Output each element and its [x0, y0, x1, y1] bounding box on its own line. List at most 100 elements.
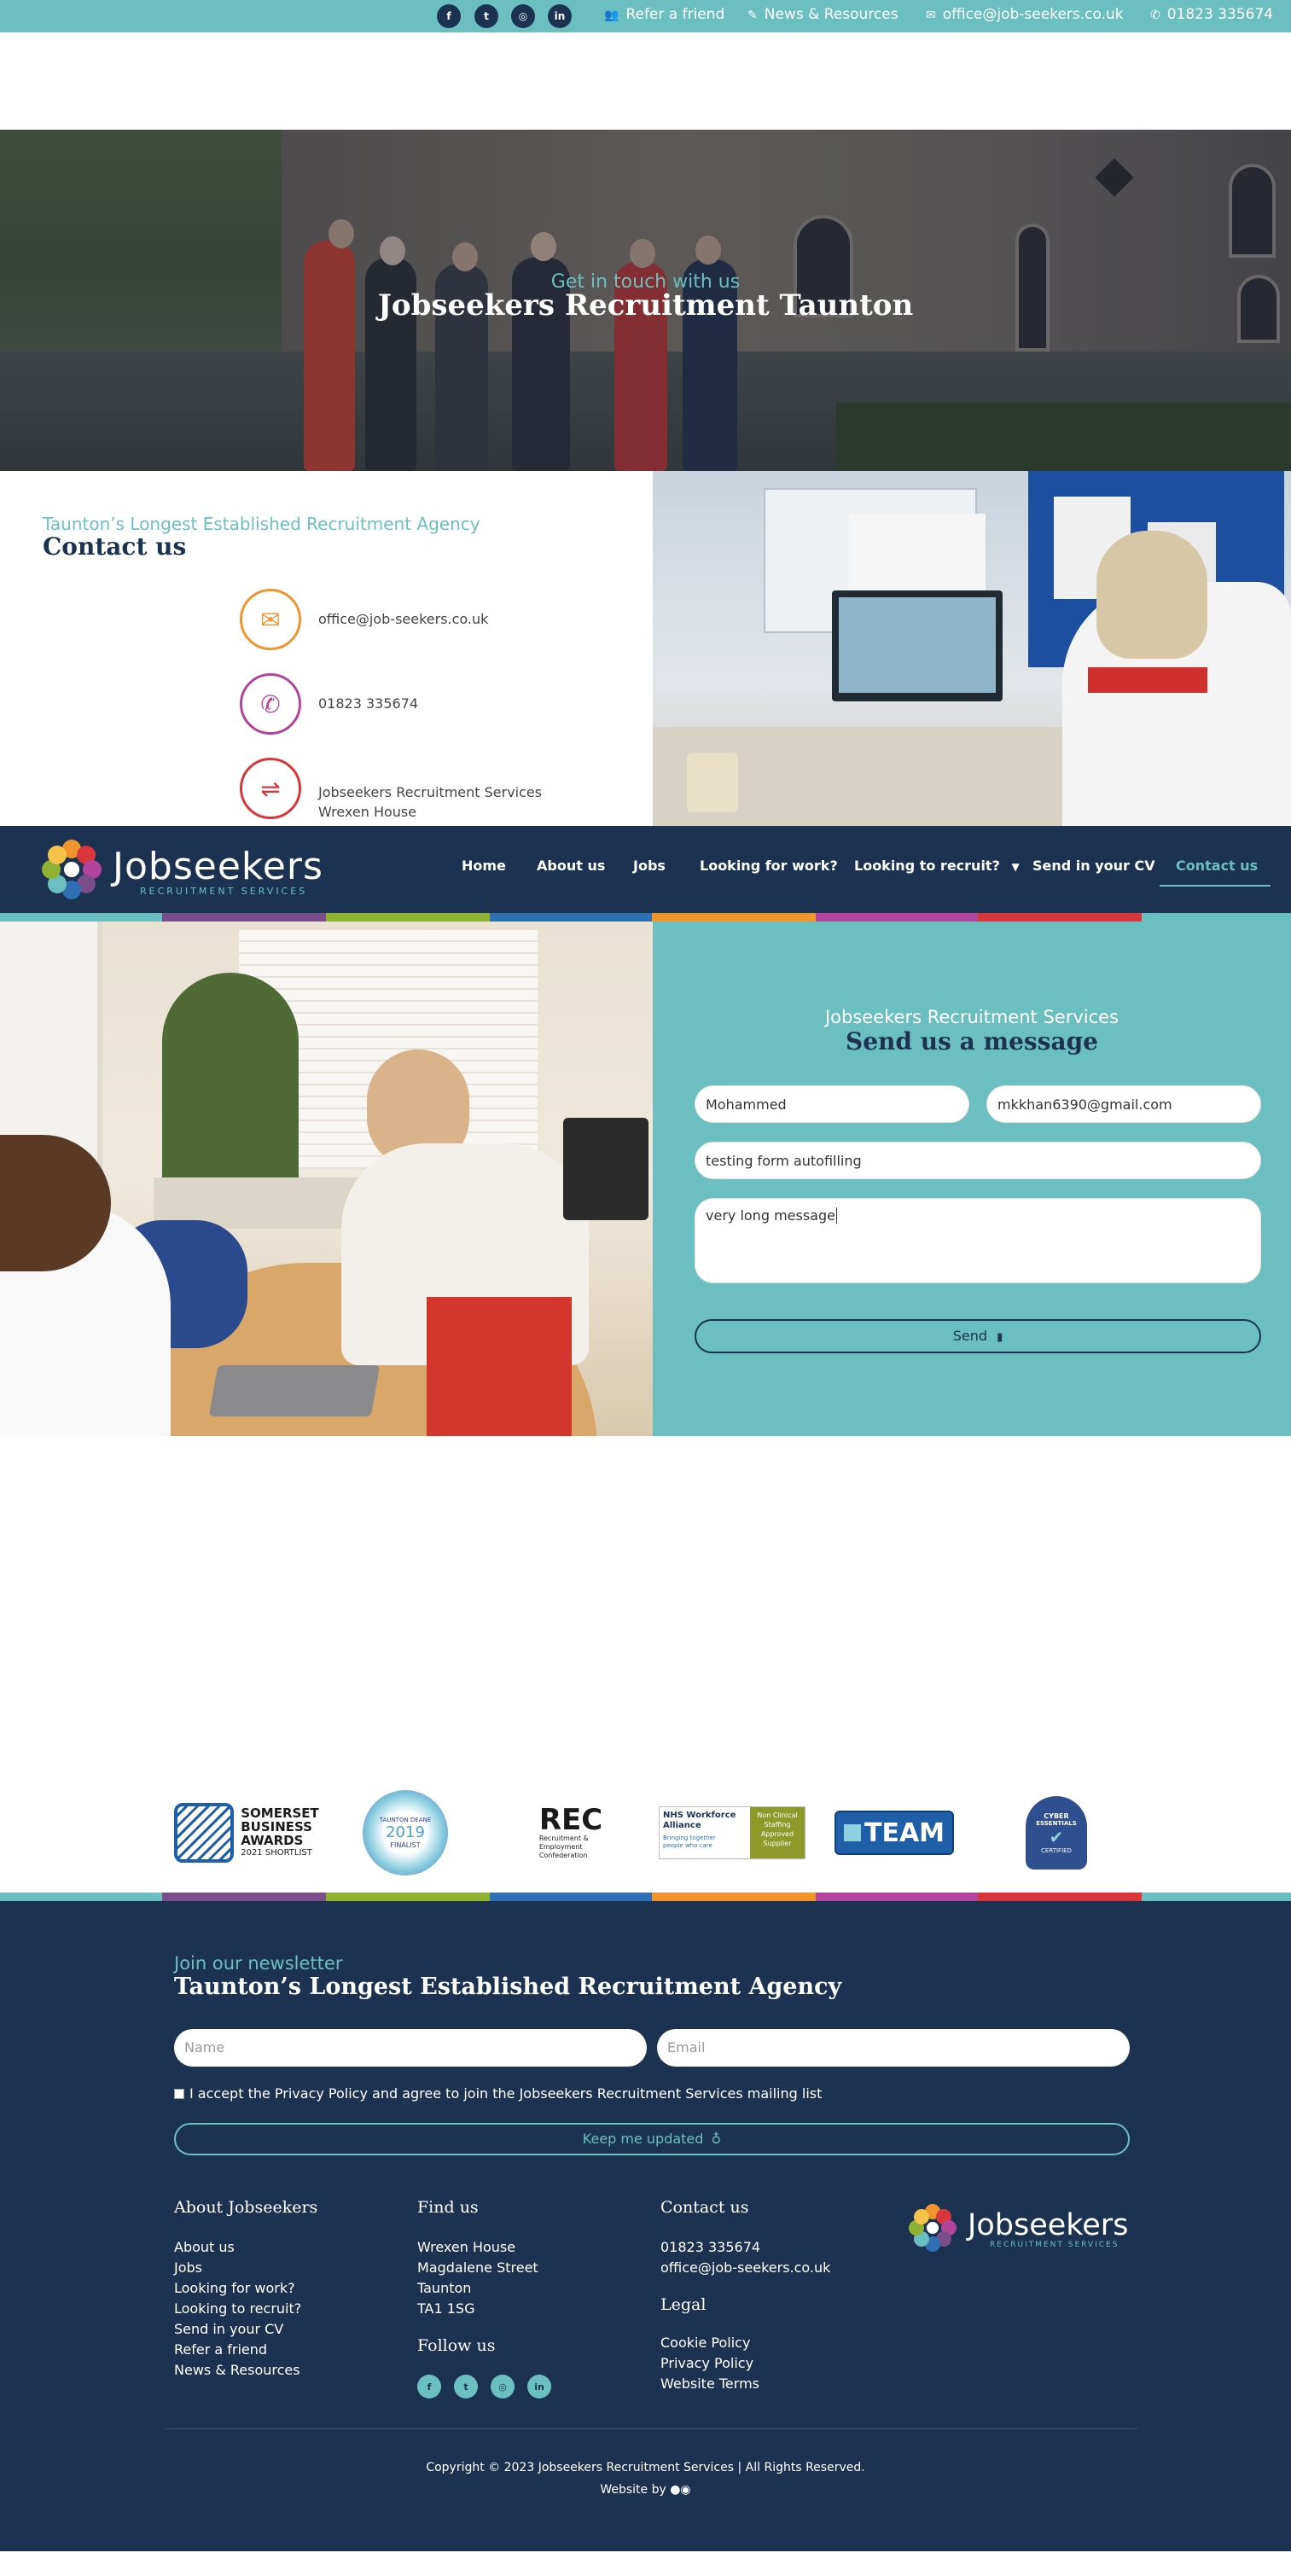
cyber-essentials-logo: CYBER ESSENTIALS ✔ CERTIFIED: [1021, 1790, 1092, 1875]
footer-link-cookie-policy[interactable]: Cookie Policy: [660, 2333, 750, 2353]
color-stripe: [978, 1893, 1142, 1901]
refer-a-friend-link[interactable]: 👥 Refer a friend: [604, 0, 724, 29]
footer-link-jobs[interactable]: Jobs: [174, 2258, 202, 2278]
color-stripe: [490, 913, 652, 922]
contact-address-line1: Jobseekers Recruitment Services: [318, 784, 543, 800]
facebook-icon[interactable]: f: [417, 2375, 441, 2399]
footer-jobseekers-logo-icon[interactable]: [904, 2200, 961, 2256]
somerset-business-awards-logo: SOMERSET BUSINESS AWARDS 2021 SHORTLIST: [174, 1790, 319, 1875]
phone-icon: ✆: [1150, 9, 1160, 22]
website-by[interactable]: Website by ●◉: [0, 2483, 1291, 2497]
footer-follow-heading: Follow us: [417, 2336, 496, 2355]
newsletter-name-input[interactable]: Name: [174, 2029, 647, 2067]
footer-link-news-resources[interactable]: News & Resources: [174, 2360, 300, 2381]
footer-link-send-cv[interactable]: Send in your CV: [174, 2319, 283, 2340]
facebook-icon[interactable]: f: [437, 4, 461, 28]
contact-phone[interactable]: 01823 335674: [318, 694, 418, 714]
contact-address-line2: Wrexen House: [318, 804, 417, 820]
subject-field[interactable]: testing form autofilling: [695, 1142, 1261, 1179]
instagram-icon[interactable]: ◎: [511, 4, 535, 28]
message-textarea[interactable]: very long message: [695, 1198, 1261, 1283]
contact-email[interactable]: office@job-seekers.co.uk: [318, 609, 488, 630]
linkedin-icon[interactable]: in: [548, 4, 572, 28]
color-stripe: [1142, 913, 1291, 922]
color-stripe: [816, 1893, 978, 1901]
nav-looking-to-recruit[interactable]: Looking to recruit? ▼: [854, 858, 1020, 874]
privacy-consent-checkbox[interactable]: [174, 2089, 184, 2099]
color-stripe: [326, 1893, 490, 1901]
send-button[interactable]: Send ▮: [695, 1319, 1261, 1353]
color-stripe: [652, 913, 816, 922]
color-stripe: [162, 913, 326, 922]
checkmark-icon: ✔: [1049, 1826, 1064, 1847]
footer-link-website-terms[interactable]: Website Terms: [660, 2374, 759, 2394]
color-stripe: [1142, 1893, 1291, 1901]
color-stripe: [652, 1893, 816, 1901]
envelope-icon: ✉: [926, 9, 936, 22]
nhs-workforce-alliance-logo: NHS Workforce Alliance Bringing together…: [657, 1790, 807, 1875]
envelope-icon: ✉: [240, 589, 301, 650]
color-stripe: [816, 913, 978, 922]
footer-logo-subtitle: RECRUITMENT SERVICES: [990, 2241, 1119, 2249]
nav-looking-for-work[interactable]: Looking for work?: [700, 858, 838, 874]
users-icon: 👥: [604, 9, 619, 22]
footer-legal-heading: Legal: [660, 2295, 707, 2314]
color-stripe: [0, 1893, 162, 1901]
text-cursor: [835, 1207, 837, 1224]
keep-me-updated-button[interactable]: Keep me updated ♁: [174, 2123, 1130, 2155]
footer-address-line: TA1 1SG: [417, 2300, 475, 2317]
signpost-icon: ⇌: [240, 758, 301, 819]
agency-logo-icon: ●◉: [670, 2483, 691, 2497]
footer-address-line: Magdalene Street: [417, 2259, 538, 2276]
newsletter-email-input[interactable]: Email: [657, 2029, 1130, 2067]
twitter-icon[interactable]: t: [474, 4, 498, 28]
nav-active-underline: [1160, 885, 1271, 887]
logo-subtitle: RECRUITMENT SERVICES: [140, 886, 308, 897]
email-field[interactable]: mkkhan6390@gmail.com: [986, 1085, 1261, 1123]
nav-contact-us[interactable]: Contact us: [1176, 858, 1258, 874]
contact-heading: Contact us: [43, 532, 187, 561]
news-resources-link[interactable]: ✎ News & Resources: [747, 0, 898, 29]
contact-tagline: Taunton’s Longest Established Recruitmen…: [43, 514, 480, 534]
email-link[interactable]: ✉ office@job-seekers.co.uk: [926, 0, 1124, 29]
name-field[interactable]: Mohammed: [695, 1085, 969, 1123]
nav-home[interactable]: Home: [462, 858, 506, 874]
footer-contact-heading: Contact us: [660, 2198, 749, 2217]
logo-wordmark[interactable]: Jobseekers: [113, 845, 323, 888]
taunton-deane-finalist-logo: TAUNTON DEANE 2019 FINALIST: [358, 1790, 452, 1875]
twitter-icon[interactable]: t: [454, 2375, 478, 2399]
nav-send-cv[interactable]: Send in your CV: [1032, 858, 1155, 874]
file-icon: ▮: [997, 1331, 1003, 1344]
footer-link-about-us[interactable]: About us: [174, 2237, 235, 2258]
instagram-icon[interactable]: ◎: [491, 2375, 515, 2399]
footer-logo-wordmark: Jobseekers: [968, 2208, 1129, 2242]
footer-link-looking-for-work[interactable]: Looking for work?: [174, 2278, 295, 2299]
rec-logo: REC Recruitment & Employment Confederati…: [538, 1803, 603, 1859]
nav-jobs[interactable]: Jobs: [633, 858, 666, 874]
chevron-down-icon: ▼: [1011, 861, 1020, 873]
phone-icon: ✆: [240, 673, 301, 735]
color-stripe: [978, 913, 1142, 922]
meeting-photo: [0, 922, 653, 1436]
color-stripe: [490, 1893, 652, 1901]
color-stripe: [162, 1893, 326, 1901]
linkedin-icon[interactable]: in: [527, 2375, 551, 2399]
privacy-consent-label: I accept the Privacy Policy and agree to…: [189, 2085, 823, 2102]
footer-divider: [165, 2428, 1137, 2429]
newsletter-heading: Taunton’s Longest Established Recruitmen…: [174, 1974, 842, 2000]
newsletter-tagline: Join our newsletter: [174, 1953, 343, 1974]
footer-find-heading: Find us: [417, 2198, 479, 2217]
footer-link-refer-a-friend[interactable]: Refer a friend: [174, 2340, 267, 2360]
footer-address-line: Taunton: [417, 2280, 472, 2296]
phone-link[interactable]: ✆ 01823 335674: [1150, 0, 1273, 29]
copyright-text: Copyright © 2023 Jobseekers Recruitment …: [426, 2461, 865, 2474]
footer-email[interactable]: office@job-seekers.co.uk: [660, 2258, 830, 2278]
pen-icon: ✎: [747, 9, 758, 22]
nav-about-us[interactable]: About us: [537, 858, 605, 874]
jobseekers-logo-icon[interactable]: [36, 836, 108, 903]
footer-link-privacy-policy[interactable]: Privacy Policy: [660, 2353, 753, 2374]
form-tagline: Jobseekers Recruitment Services: [824, 1007, 1119, 1027]
hero-title: Jobseekers Recruitment Taunton: [377, 288, 914, 323]
footer-phone[interactable]: 01823 335674: [660, 2237, 760, 2258]
footer-link-looking-to-recruit[interactable]: Looking to recruit?: [174, 2299, 301, 2319]
